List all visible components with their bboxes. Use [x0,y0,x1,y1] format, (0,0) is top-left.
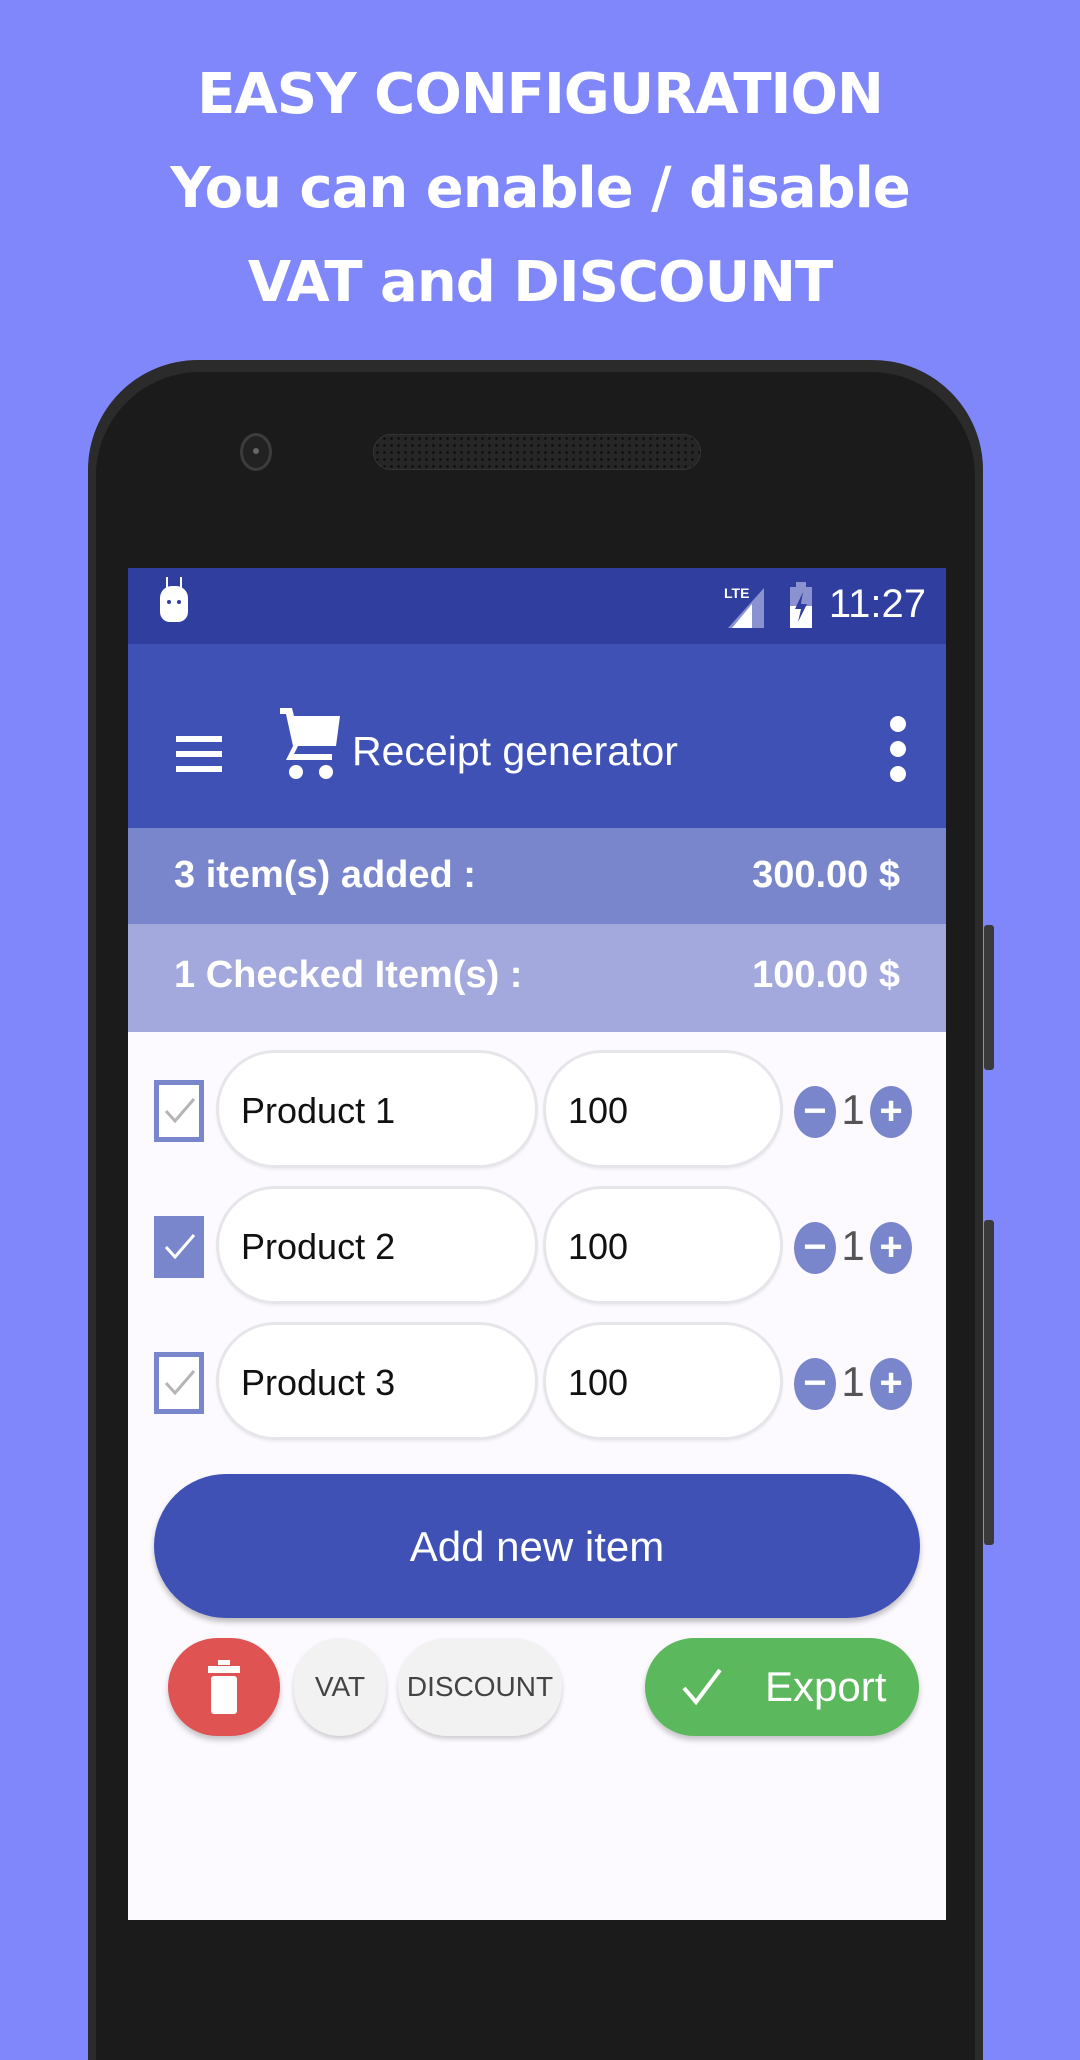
items-added-label: 3 item(s) added : [174,854,476,896]
delete-button[interactable] [168,1638,280,1736]
add-new-item-button[interactable]: Add new item [154,1474,920,1618]
phone-power-button [984,925,994,1070]
item-checkbox[interactable] [154,1352,204,1414]
item-quantity: 1 [841,1086,865,1133]
checked-items-total: 100.00 $ [752,954,900,996]
item-price-input[interactable] [566,1357,760,1409]
item-name-input[interactable] [239,1357,515,1409]
items-added-total: 300.00 $ [752,854,900,896]
status-time: 11:27 [828,582,926,626]
item-name-input[interactable] [239,1221,515,1273]
app-title: Receipt generator [352,728,678,774]
decrease-quantity-button[interactable]: − [794,1358,836,1410]
front-camera-icon [240,433,272,471]
item-price-field [543,1322,783,1440]
check-icon [164,1234,196,1260]
item-checkbox[interactable] [154,1080,204,1142]
item-quantity: 1 [841,1222,865,1269]
battery-charging-icon [790,582,812,628]
item-checkbox[interactable] [154,1216,204,1278]
item-name-field [216,1050,538,1168]
check-icon [164,1370,196,1396]
item-name-field [216,1186,538,1304]
item-name-field [216,1322,538,1440]
android-notification-icon [160,577,188,622]
item-row: − 1 + [128,1186,946,1306]
app-screen: LTE 11:27 Receipt generator 3 item(s) ad… [128,568,946,1920]
overflow-menu-icon[interactable] [890,716,906,782]
decrease-quantity-button[interactable]: − [794,1222,836,1274]
lte-signal-icon: LTE [724,585,764,628]
app-bar: Receipt generator [128,644,946,828]
check-icon [682,1668,722,1706]
promo-headline-1: EASY CONFIGURATION [197,62,884,127]
increase-quantity-button[interactable]: + [870,1358,912,1410]
export-button[interactable]: Export [645,1638,919,1736]
status-bar: LTE 11:27 [128,568,946,644]
decrease-quantity-button[interactable]: − [794,1086,836,1138]
vat-toggle-button[interactable]: VAT [294,1638,386,1736]
item-name-input[interactable] [239,1085,515,1137]
increase-quantity-button[interactable]: + [870,1086,912,1138]
export-label: Export [765,1663,887,1710]
shopping-cart-icon [280,708,340,779]
checked-items-summary: 1 Checked Item(s) : 100.00 $ [128,924,946,1032]
item-row: − 1 + [128,1050,946,1170]
checked-items-label: 1 Checked Item(s) : [174,954,523,996]
menu-icon[interactable] [176,736,222,772]
discount-toggle-button[interactable]: DISCOUNT [398,1638,562,1736]
phone-volume-button [984,1220,994,1545]
trash-icon [208,1660,240,1714]
item-price-input[interactable] [566,1085,760,1137]
items-added-summary: 3 item(s) added : 300.00 $ [128,828,946,924]
item-row: − 1 + [128,1322,946,1442]
item-quantity: 1 [841,1358,865,1405]
item-price-field [543,1050,783,1168]
check-icon [164,1098,196,1124]
earpiece-speaker [373,434,701,470]
item-price-input[interactable] [566,1221,760,1273]
item-price-field [543,1186,783,1304]
increase-quantity-button[interactable]: + [870,1222,912,1274]
promo-headline-2: You can enable / disable [170,156,911,221]
svg-text:LTE: LTE [724,585,749,601]
promo-headline-3: VAT and DISCOUNT [247,250,833,315]
